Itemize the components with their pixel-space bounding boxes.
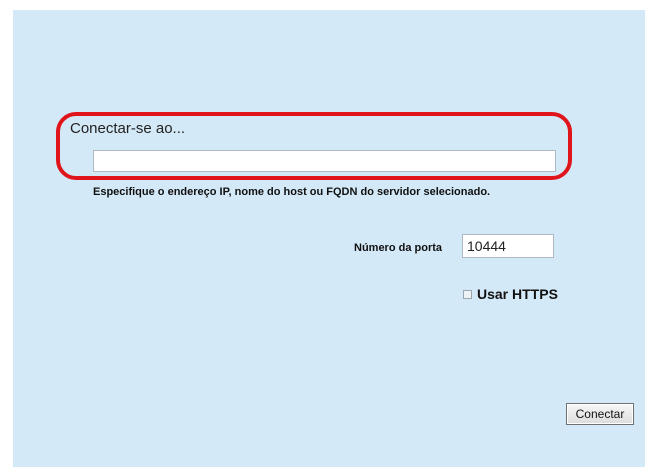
port-label: Número da porta xyxy=(354,242,443,254)
port-input[interactable] xyxy=(462,234,554,258)
use-https-label: Usar HTTPS xyxy=(477,286,558,302)
use-https-checkbox[interactable] xyxy=(463,289,472,299)
server-address-hint: Especifique o endereço IP, nome do host … xyxy=(93,186,491,198)
highlight-annotation xyxy=(56,112,572,180)
connect-button[interactable]: Conectar xyxy=(566,403,634,425)
use-https-option[interactable]: Usar HTTPS xyxy=(463,286,558,302)
